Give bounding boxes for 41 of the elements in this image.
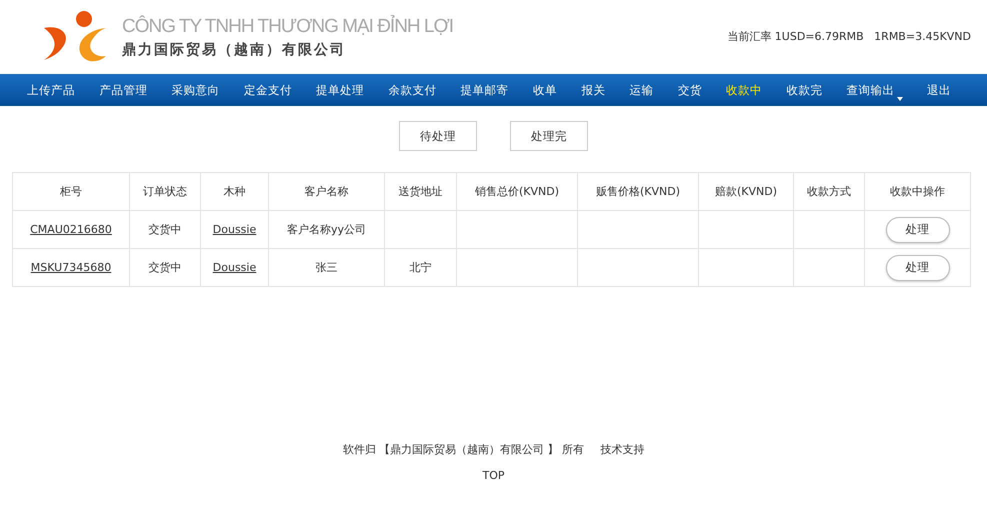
company-name: 鼎力国际贸易（越南）有限公司 xyxy=(122,40,347,58)
column-header: 送货地址 xyxy=(384,172,456,210)
nav-item[interactable]: 定金支付 xyxy=(244,82,292,98)
nav-item[interactable]: 报关 xyxy=(581,82,606,98)
column-header: 收款中操作 xyxy=(864,172,970,210)
column-header: 订单状态 xyxy=(130,172,200,210)
top-link[interactable]: TOP xyxy=(482,469,504,482)
nav-item[interactable]: 运输 xyxy=(630,82,654,98)
nav-item[interactable]: 收款中 xyxy=(726,82,762,98)
nav-item[interactable]: 退出 xyxy=(926,82,951,98)
column-header: 客户名称 xyxy=(268,172,384,210)
table-cell: 交货中 xyxy=(148,223,182,236)
support-link[interactable]: 技术支持 xyxy=(600,442,644,457)
column-header: 销售总价(KVND) xyxy=(456,172,578,210)
nav-item[interactable]: 交货 xyxy=(678,82,702,98)
exchange-rate: 当前汇率 1USD=6.79RMB 1RMB=3.45KVND xyxy=(727,28,971,44)
process-button[interactable]: 处理 xyxy=(886,254,950,280)
column-header: 木种 xyxy=(200,172,268,210)
column-header: 收款方式 xyxy=(794,172,864,210)
table-cell: 张三 xyxy=(316,261,338,274)
company-name: CÔNG TY TNHH THƯƠNG MẠI ĐỈNH LỢI xyxy=(122,16,454,38)
nav-item[interactable]: 提单邮寄 xyxy=(460,82,509,98)
nav-item[interactable]: 余款支付 xyxy=(388,82,436,98)
nav-item[interactable]: 上传产品 xyxy=(27,82,75,98)
logo-icon xyxy=(42,10,108,64)
nav-item[interactable]: 收款完 xyxy=(786,82,822,98)
table-cell: 北宁 xyxy=(410,261,432,274)
filter-button[interactable]: 待处理 xyxy=(399,121,477,151)
nav-item[interactable]: 采购意向 xyxy=(172,82,220,98)
column-header: 柜号 xyxy=(12,172,130,210)
nav-item[interactable]: 收单 xyxy=(532,82,557,98)
column-header: 贩售价格(KVND) xyxy=(578,172,698,210)
column-header: 赔款(KVND) xyxy=(698,172,794,210)
copyright-text: 软件归 【鼎力国际贸易（越南）有限公司 】 所有 xyxy=(342,442,584,457)
table-cell: 客户名称yy公司 xyxy=(286,223,366,236)
nav-item[interactable]: 提单处理 xyxy=(316,82,364,98)
filter-button[interactable]: 处理完 xyxy=(510,121,588,151)
table-cell: 交货中 xyxy=(148,261,182,274)
nav-item[interactable]: 查询输出 xyxy=(846,82,903,98)
process-button[interactable]: 处理 xyxy=(886,216,950,242)
nav-item[interactable]: 产品管理 xyxy=(99,82,148,98)
